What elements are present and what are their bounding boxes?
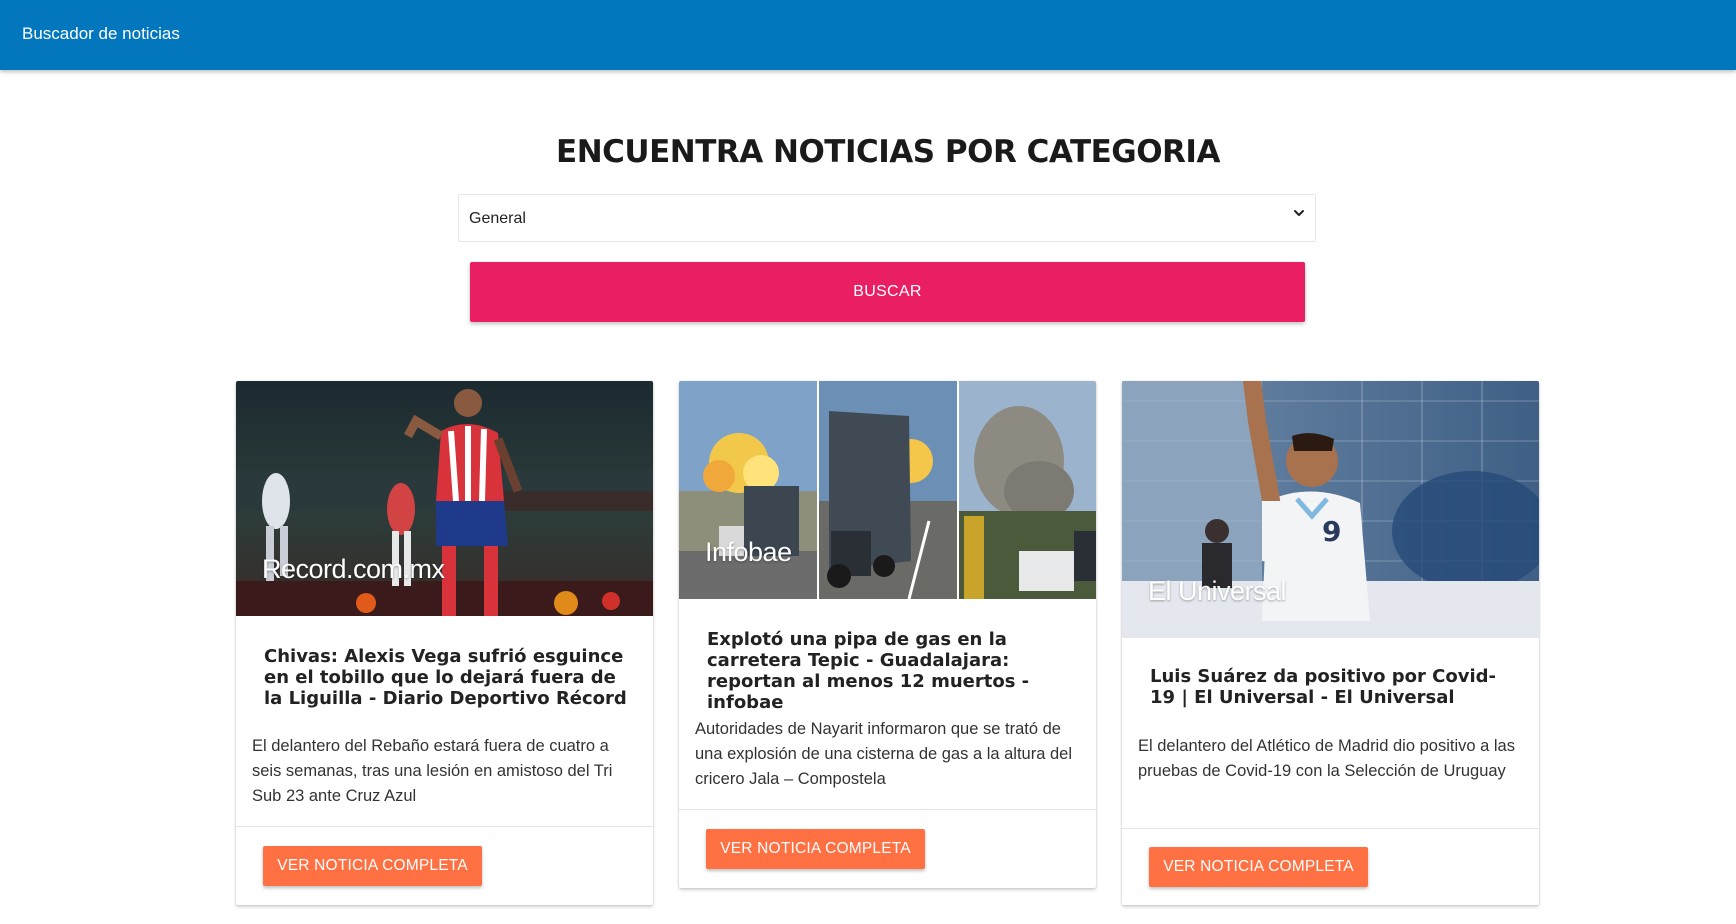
- search-button[interactable]: BUSCAR: [470, 262, 1305, 322]
- read-full-news-button[interactable]: VER NOTICIA COMPLETA: [706, 829, 925, 869]
- news-source-label: El Universal: [1148, 576, 1287, 606]
- news-card: Infobae Explotó una pipa de gas en la ca…: [679, 381, 1096, 888]
- navbar: Buscador de noticias: [0, 0, 1736, 70]
- read-full-news-button[interactable]: VER NOTICIA COMPLETA: [263, 846, 482, 886]
- card-divider: [679, 809, 1096, 810]
- news-title: Explotó una pipa de gas en la carretera …: [707, 629, 1030, 713]
- news-card: 9 El Universal Luis Suárez da positivo p…: [1122, 381, 1539, 905]
- news-source-label: Record.com.mx: [262, 554, 445, 584]
- category-select-value: General: [469, 210, 526, 227]
- news-title: Luis Suárez da positivo por Covid-19 | E…: [1150, 666, 1496, 708]
- news-description: El delantero del Atlético de Madrid dio …: [1138, 737, 1515, 780]
- read-full-news-button[interactable]: VER NOTICIA COMPLETA: [1149, 847, 1368, 887]
- news-image-footballer-celebrating: 9 El Universal: [1122, 381, 1539, 638]
- chevron-down-icon: [1294, 210, 1304, 216]
- news-description: Autoridades de Nayarit informaron que se…: [695, 720, 1073, 788]
- page-title: ENCUENTRA NOTICIAS POR CATEGORIA: [556, 134, 1220, 170]
- brand-logo-text[interactable]: Buscador de noticias: [22, 24, 180, 44]
- category-select[interactable]: General: [458, 194, 1316, 242]
- news-card: Record.com.mx Chivas: Alexis Vega sufrió…: [236, 381, 653, 905]
- card-divider: [236, 826, 653, 827]
- news-image-soccer-player: Record.com.mx: [236, 381, 653, 616]
- news-description: El delantero del Rebaño estará fuera de …: [252, 737, 613, 805]
- news-source-label: Infobae: [705, 537, 792, 567]
- news-title: Chivas: Alexis Vega sufrió esguince en e…: [264, 646, 627, 709]
- news-image-gas-explosion: Infobae: [679, 381, 1096, 599]
- svg-text:9: 9: [1322, 515, 1341, 548]
- card-divider: [1122, 828, 1539, 829]
